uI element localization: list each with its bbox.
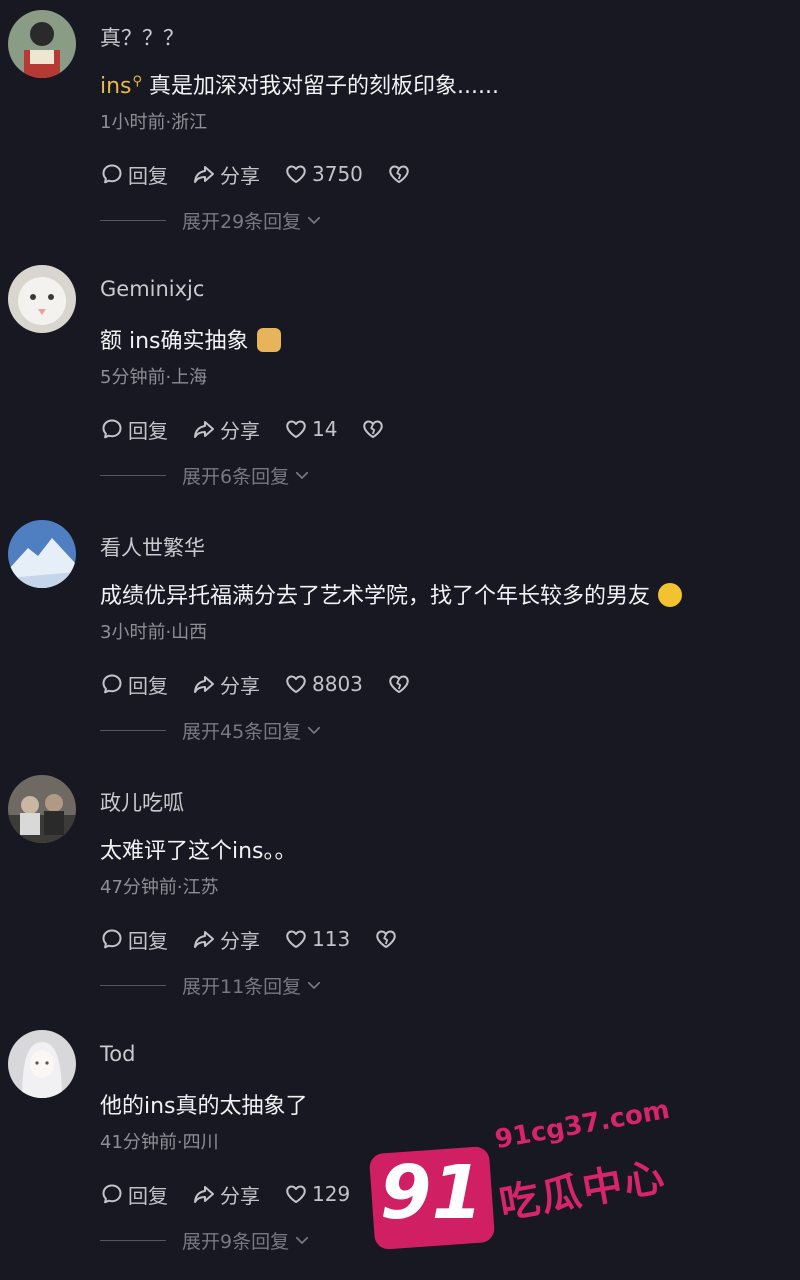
avatar-person-reading[interactable] [8,10,76,78]
divider [100,219,166,221]
username[interactable]: 真？？？ [100,22,184,52]
avatar-snow-mountain[interactable] [8,520,76,588]
broken-heart-icon [387,672,411,696]
like-button[interactable]: 113 [284,927,350,951]
heart-icon [284,672,308,696]
reply-icon [100,1182,124,1206]
chevron-down-icon [305,211,323,229]
reply-icon [100,672,124,696]
username[interactable]: 政儿吃呱 [100,787,184,817]
reply-button[interactable]: 回复 [100,670,168,699]
heart-icon [284,162,308,186]
divider [100,1239,166,1241]
reply-icon [100,162,124,186]
divider [100,474,166,476]
reply-button[interactable]: 回复 [100,415,168,444]
share-icon [192,1182,216,1206]
share-icon [192,162,216,186]
comment-text: 太难评了这个ins。。 [100,839,297,864]
comment-text: 额 ins确实抽象 [100,323,281,355]
timestamp-location: 5分钟前·上海 [100,367,208,388]
chevron-down-icon [305,976,323,994]
like-button[interactable]: 14 [284,417,337,441]
avatar-group-photo[interactable] [8,775,76,843]
like-count: 113 [312,927,351,951]
expand-replies-button[interactable]: 展开29条回复 [100,206,323,234]
heart-icon [284,927,308,951]
timestamp-location: 41分钟前·四川 [100,1132,219,1153]
broken-heart-icon [374,1182,398,1206]
reply-button[interactable]: 回复 [100,1180,168,1209]
share-button[interactable]: 分享 [192,1180,260,1209]
broken-heart-icon [374,927,398,951]
chevron-down-icon [305,721,323,739]
like-button[interactable]: 8803 [284,672,363,696]
share-button[interactable]: 分享 [192,415,260,444]
comment-actions: 回复 分享 14 [100,415,409,443]
divider [100,984,166,986]
like-count: 3750 [312,162,363,186]
like-count: 129 [312,1182,351,1206]
reply-icon [100,927,124,951]
comment-text: ins⚲ 真是加深对我对留子的刻板印象...... [100,73,500,99]
timestamp-location: 3小时前·山西 [100,622,208,643]
expand-replies-button[interactable]: 展开11条回复 [100,971,323,999]
chevron-down-icon [293,466,311,484]
dislike-button[interactable] [374,1182,398,1206]
comment-item: Tod 他的ins真的太抽象了 41分钟前·四川 回复 分享 129 展开9条回… [0,1020,800,1275]
chevron-down-icon [293,1231,311,1249]
share-icon [192,672,216,696]
dislike-button[interactable] [361,417,385,441]
comment-item: 真？？？ ins⚲ 真是加深对我对留子的刻板印象...... 1小时前·浙江 回… [0,0,800,255]
reply-button[interactable]: 回复 [100,925,168,954]
share-icon [192,927,216,951]
share-button[interactable]: 分享 [192,925,260,954]
comment-actions: 回复 分享 8803 [100,670,435,698]
comment-item: 政儿吃呱 太难评了这个ins。。 47分钟前·江苏 回复 分享 113 展开11… [0,765,800,1020]
ins-search-link[interactable]: ins⚲ [100,74,142,99]
dislike-button[interactable] [374,927,398,951]
expand-replies-button[interactable]: 展开9条回复 [100,1226,311,1254]
share-button[interactable]: 分享 [192,670,260,699]
username[interactable]: Geminixjc [100,277,204,301]
comment-item: Geminixjc 额 ins确实抽象 5分钟前·上海 回复 分享 14 展开6… [0,255,800,510]
comment-actions: 回复 分享 129 [100,1180,422,1208]
like-count: 8803 [312,672,363,696]
share-button[interactable]: 分享 [192,160,260,189]
timestamp-location: 47分钟前·江苏 [100,877,219,898]
share-icon [192,417,216,441]
dislike-button[interactable] [387,672,411,696]
broken-heart-icon [361,417,385,441]
heart-icon [284,417,308,441]
reply-button[interactable]: 回复 [100,160,168,189]
expand-replies-button[interactable]: 展开6条回复 [100,461,311,489]
username[interactable]: 看人世繁华 [100,532,205,562]
username[interactable]: Tod [100,1042,135,1066]
comment-actions: 回复 分享 3750 [100,160,435,188]
dislike-button[interactable] [387,162,411,186]
avatar-anime-girl[interactable] [8,1030,76,1098]
like-button[interactable]: 3750 [284,162,363,186]
avatar-white-cat[interactable] [8,265,76,333]
comment-item: 看人世繁华 成绩优异托福满分去了艺术学院，找了个年长较多的男友 3小时前·山西 … [0,510,800,765]
expand-replies-button[interactable]: 展开45条回复 [100,716,323,744]
broken-heart-icon [387,162,411,186]
cat-face-emoji [256,328,281,352]
like-count: 14 [312,417,338,441]
comment-text: 成绩优异托福满分去了艺术学院，找了个年长较多的男友 [100,578,683,610]
comment-text: 他的ins真的太抽象了 [100,1094,308,1119]
like-button[interactable]: 129 [284,1182,350,1206]
timestamp-location: 1小时前·浙江 [100,112,208,133]
divider [100,729,166,731]
comment-actions: 回复 分享 113 [100,925,422,953]
smile-face-emoji [658,583,683,607]
heart-icon [284,1182,308,1206]
search-icon: ⚲ [132,73,143,89]
reply-icon [100,417,124,441]
